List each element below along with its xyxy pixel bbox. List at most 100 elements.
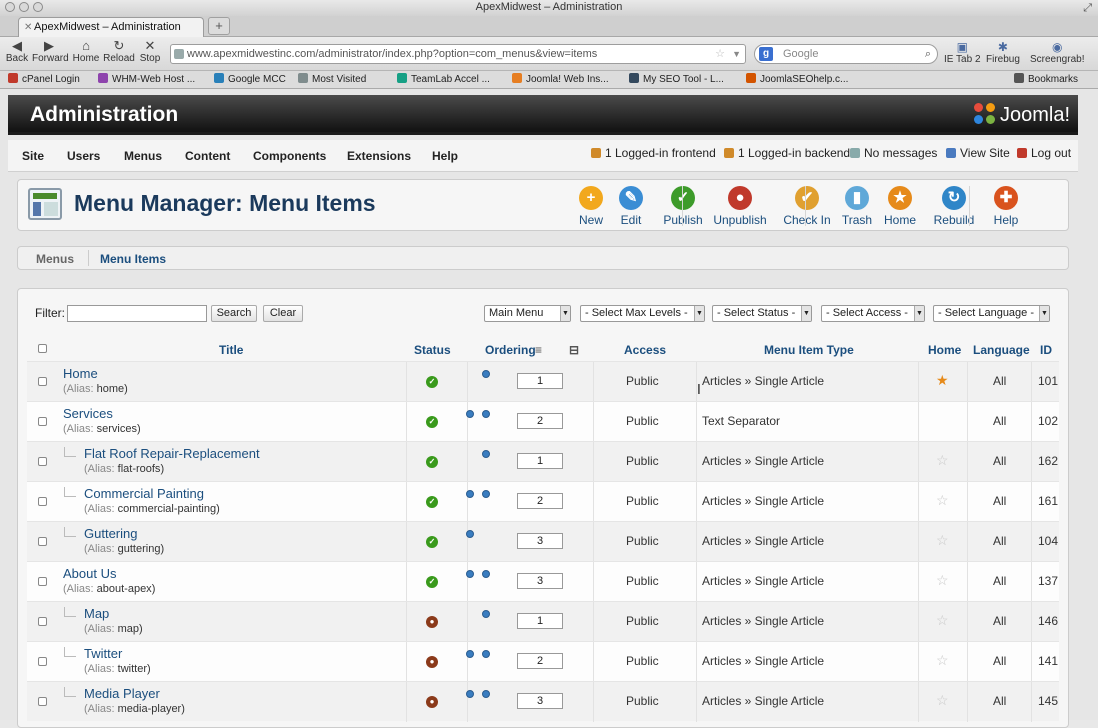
published-icon[interactable]: ✓ xyxy=(426,536,438,548)
filter-select[interactable]: - Select Language - ▼ xyxy=(933,305,1050,322)
move-up-icon[interactable] xyxy=(466,690,474,698)
filter-select[interactable]: - Select Max Levels - ▼ xyxy=(580,305,705,322)
move-up-icon[interactable] xyxy=(466,490,474,498)
set-home-icon[interactable]: ☆ xyxy=(936,493,949,507)
back-button[interactable]: ◀ Back xyxy=(0,39,34,65)
row-checkbox[interactable] xyxy=(38,577,47,586)
set-home-icon[interactable]: ☆ xyxy=(936,573,949,587)
new-tab-button[interactable]: + xyxy=(208,17,230,35)
menu-item-title-link[interactable]: Media Player xyxy=(84,686,160,701)
row-checkbox[interactable] xyxy=(38,497,47,506)
published-icon[interactable]: ✓ xyxy=(426,416,438,428)
select-all-checkbox[interactable] xyxy=(38,344,47,353)
move-down-icon[interactable] xyxy=(482,570,490,578)
unpublished-icon[interactable]: ● xyxy=(426,696,438,708)
menu-item-title-link[interactable]: About Us xyxy=(63,566,116,581)
published-icon[interactable]: ✓ xyxy=(426,456,438,468)
move-up-icon[interactable] xyxy=(466,530,474,538)
ordering-input[interactable]: 3 xyxy=(517,533,563,549)
bookmark-item[interactable]: Google MCC xyxy=(214,71,286,88)
ordering-input[interactable]: 2 xyxy=(517,413,563,429)
column-status[interactable]: Status xyxy=(414,343,451,357)
filter-select[interactable]: - Select Access - ▼ xyxy=(821,305,925,322)
menu-item-title-link[interactable]: Services xyxy=(63,406,113,421)
google-icon[interactable]: g xyxy=(759,47,773,61)
menu-item-title-link[interactable]: Guttering xyxy=(84,526,137,541)
set-home-icon[interactable]: ☆ xyxy=(936,453,949,467)
move-down-icon[interactable] xyxy=(482,410,490,418)
published-icon[interactable]: ✓ xyxy=(426,376,438,388)
extension-firebug-button[interactable]: ✱ Firebug xyxy=(986,40,1020,65)
toolbar-unpublish-button[interactable]: ● Unpublish xyxy=(713,186,767,227)
bookmark-item[interactable]: Bookmarks xyxy=(1014,71,1078,88)
save-order-icon[interactable]: ⊟ xyxy=(569,343,579,357)
move-up-icon[interactable] xyxy=(466,410,474,418)
menu-item-title-link[interactable]: Commercial Painting xyxy=(84,486,204,501)
move-down-icon[interactable] xyxy=(482,490,490,498)
column-ordering[interactable]: Ordering xyxy=(485,343,536,357)
toolbar-rebuild-button[interactable]: ↻ Rebuild xyxy=(927,186,981,227)
forward-button[interactable]: ▶ Forward xyxy=(32,39,69,65)
toolbar-publish-button[interactable]: ✓Publish xyxy=(656,186,710,227)
row-checkbox[interactable] xyxy=(38,697,47,706)
bookmark-item[interactable]: Joomla! Web Ins... xyxy=(512,71,609,88)
home-button[interactable]: ⌂ Home xyxy=(69,39,103,65)
move-up-icon[interactable] xyxy=(466,650,474,658)
menu-users[interactable]: Users xyxy=(67,149,100,163)
bookmark-item[interactable]: WHM-Web Host ... xyxy=(98,71,195,88)
menu-extensions[interactable]: Extensions xyxy=(347,149,411,163)
submenu-menus-link[interactable]: Menus xyxy=(36,252,74,266)
ordering-input[interactable]: 2 xyxy=(517,653,563,669)
bookmark-star-icon[interactable]: ☆ xyxy=(715,45,725,63)
status-view-site[interactable]: View Site xyxy=(946,146,1010,160)
close-window-button[interactable] xyxy=(5,2,15,12)
row-checkbox[interactable] xyxy=(38,457,47,466)
clear-button[interactable]: Clear xyxy=(263,305,303,322)
reload-button[interactable]: ↻ Reload xyxy=(102,39,136,65)
submenu-menu-items-link[interactable]: Menu Items xyxy=(100,252,166,266)
unpublished-icon[interactable]: ● xyxy=(426,656,438,668)
ordering-input[interactable]: 3 xyxy=(517,693,563,709)
ordering-input[interactable]: 2 xyxy=(517,493,563,509)
bookmark-item[interactable]: My SEO Tool - L... xyxy=(629,71,724,88)
move-down-icon[interactable] xyxy=(482,370,490,378)
move-up-icon[interactable] xyxy=(466,570,474,578)
fullscreen-icon[interactable]: ⤢ xyxy=(1083,1,1092,16)
minimize-window-button[interactable] xyxy=(19,2,29,12)
filter-select[interactable]: Main Menu ▼ xyxy=(484,305,571,322)
menu-item-title-link[interactable]: Flat Roof Repair-Replacement xyxy=(84,446,260,461)
menu-menus[interactable]: Menus xyxy=(124,149,162,163)
move-down-icon[interactable] xyxy=(482,690,490,698)
status-no-messages[interactable]: No messages xyxy=(850,146,937,160)
magnifier-icon[interactable]: ⌕ xyxy=(925,45,931,63)
set-home-icon[interactable]: ☆ xyxy=(936,653,949,667)
row-checkbox[interactable] xyxy=(38,537,47,546)
zoom-window-button[interactable] xyxy=(33,2,43,12)
bookmark-item[interactable]: TeamLab Accel ... xyxy=(397,71,490,88)
ordering-input[interactable]: 3 xyxy=(517,573,563,589)
set-home-icon[interactable]: ☆ xyxy=(936,693,949,707)
extension-ie-tab-2-button[interactable]: ▣ IE Tab 2 xyxy=(944,40,981,65)
row-checkbox[interactable] xyxy=(38,417,47,426)
published-icon[interactable]: ✓ xyxy=(426,576,438,588)
row-checkbox[interactable] xyxy=(38,617,47,626)
column-id[interactable]: ID xyxy=(1040,343,1052,357)
column-access[interactable]: Access xyxy=(624,343,666,357)
set-home-icon[interactable]: ☆ xyxy=(936,533,949,547)
move-down-icon[interactable] xyxy=(482,650,490,658)
ordering-input[interactable]: 1 xyxy=(517,453,563,469)
url-dropdown-icon[interactable]: ▼ xyxy=(732,45,741,63)
menu-components[interactable]: Components xyxy=(253,149,326,163)
menu-item-title-link[interactable]: Map xyxy=(84,606,109,621)
set-home-icon[interactable]: ☆ xyxy=(936,613,949,627)
menu-site[interactable]: Site xyxy=(22,149,44,163)
default-home-icon[interactable]: ★ xyxy=(936,373,949,387)
column-language[interactable]: Language xyxy=(973,343,1030,357)
move-down-icon[interactable] xyxy=(482,450,490,458)
status-log-out[interactable]: Log out xyxy=(1017,146,1071,160)
browser-tab[interactable]: ✕ ApexMidwest – Administration xyxy=(18,17,204,37)
extension-screengrab-button[interactable]: ◉ Screengrab! xyxy=(1030,40,1084,65)
ordering-input[interactable]: 1 xyxy=(517,373,563,389)
filter-search-input[interactable] xyxy=(67,305,207,322)
menu-content[interactable]: Content xyxy=(185,149,230,163)
